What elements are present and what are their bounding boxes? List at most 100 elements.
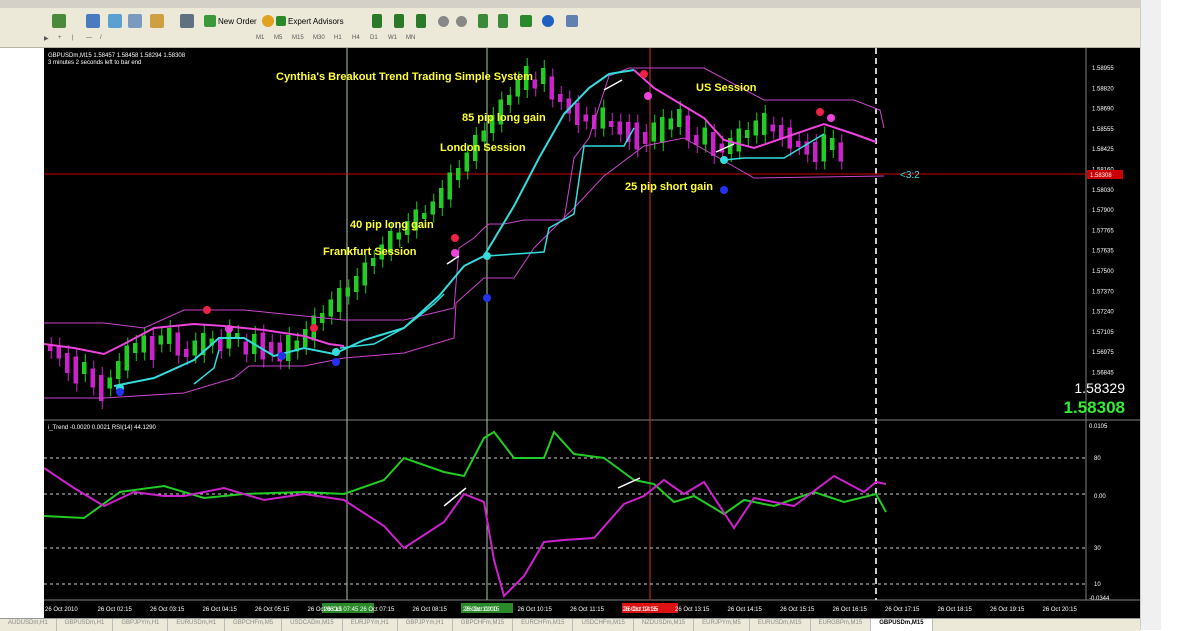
chart-tab[interactable]: EURUSDm,H1 bbox=[168, 619, 226, 631]
main-toolbar: New Order Expert Advisors bbox=[0, 8, 1200, 35]
chart-header-symbol: GBPUSDm,M15 1.58457 1.58458 1.58294 1.58… bbox=[48, 53, 186, 59]
new-order-button[interactable]: New Order bbox=[204, 12, 257, 30]
chart-tab[interactable]: GBPJPYm,H1 bbox=[113, 619, 169, 631]
ind-axis-2: 0.00 bbox=[1094, 494, 1106, 500]
trendline-icon[interactable]: / bbox=[100, 35, 102, 41]
expert-advisors-icon bbox=[262, 15, 274, 27]
price-axis-label: 1.58955 bbox=[1092, 66, 1114, 72]
candle-body bbox=[702, 127, 707, 145]
indicator-header: i_Trend -0.0020 0.0021 RSI(14) 44.1290 bbox=[48, 425, 157, 431]
line-chart-button[interactable] bbox=[416, 12, 426, 30]
candle-body bbox=[243, 341, 248, 355]
lower-channel bbox=[44, 137, 885, 399]
chart-tab[interactable]: EURGBPm,M15 bbox=[811, 619, 872, 631]
signal-dot bbox=[203, 306, 211, 314]
chart-tab[interactable]: EURUSDm,M15 bbox=[750, 619, 811, 631]
terminal-button[interactable] bbox=[180, 12, 194, 30]
line-chart-icon bbox=[416, 14, 426, 28]
signal-dot bbox=[332, 348, 340, 356]
candle-body bbox=[107, 377, 112, 389]
signal-dot bbox=[332, 358, 340, 366]
time-axis-label: 26 Oct 19:15 bbox=[990, 607, 1025, 613]
time-axis-label: 26 Oct 17:15 bbox=[885, 607, 920, 613]
tf-h4[interactable]: H4 bbox=[352, 35, 360, 41]
templates-button[interactable] bbox=[566, 12, 578, 30]
window-titlebar bbox=[0, 0, 1200, 8]
candle-body bbox=[362, 262, 367, 286]
candle-body bbox=[770, 124, 775, 132]
tf-m30[interactable]: M30 bbox=[313, 35, 325, 41]
tf-w1[interactable]: W1 bbox=[388, 35, 397, 41]
candle-body bbox=[583, 114, 588, 122]
expert-advisors-button[interactable]: Expert Advisors bbox=[262, 12, 344, 30]
indicators-button[interactable] bbox=[520, 12, 532, 30]
signal-dot bbox=[310, 324, 318, 332]
candle-body bbox=[65, 353, 70, 373]
chart-tab[interactable]: EURJPYm,H1 bbox=[343, 619, 398, 631]
chart-tab[interactable]: AUDUSDm,H1 bbox=[0, 619, 57, 631]
chart-shift-button[interactable] bbox=[498, 12, 508, 30]
crosshair-icon[interactable]: + bbox=[58, 35, 62, 41]
chart-tab[interactable]: GBPCHFm,M15 bbox=[453, 619, 514, 631]
current-price-label: 1.58308 bbox=[1090, 173, 1112, 179]
chart-tab[interactable]: EURCHFm,M15 bbox=[513, 619, 574, 631]
vertical-line-icon[interactable]: | bbox=[72, 35, 74, 41]
data-window-button[interactable] bbox=[128, 12, 142, 30]
price-axis-label: 1.58555 bbox=[1092, 127, 1114, 133]
cursor-icon[interactable]: ▶ bbox=[44, 35, 49, 42]
candle-body bbox=[838, 142, 843, 162]
chart-header-timer: 3 minutes 2 seconds left to bar end bbox=[48, 60, 141, 66]
candle-body bbox=[447, 172, 452, 200]
annotation-ratio: <3:2 bbox=[900, 170, 920, 181]
time-axis-label: 26 Oct 03:15 bbox=[150, 607, 185, 613]
chart-tabs: AUDUSDm,H1 GBPUSDm,H1 GBPJPYm,H1 EURUSDm,H1… bbox=[0, 618, 1140, 631]
tf-h1[interactable]: H1 bbox=[334, 35, 342, 41]
data-window-icon bbox=[128, 14, 142, 28]
chart-tab[interactable]: GBPCHFm,M5 bbox=[225, 619, 283, 631]
periods-button[interactable] bbox=[542, 12, 554, 30]
price-axis: 1.589551.588201.586901.585551.584251.581… bbox=[1092, 66, 1114, 377]
scrollbar[interactable] bbox=[1140, 0, 1161, 630]
time-axis-label: 26 Oct 07:15 bbox=[360, 607, 395, 613]
new-order-icon bbox=[204, 15, 216, 27]
indicator-axis: 0.0105 80 0.00 30 10 -0.0344 bbox=[1089, 424, 1110, 602]
price-axis-label: 1.56845 bbox=[1092, 371, 1114, 377]
candle-body bbox=[600, 107, 605, 129]
candle-body bbox=[396, 232, 401, 240]
chart-tab[interactable]: GBPJPYm,H1 bbox=[398, 619, 453, 631]
market-watch-button[interactable] bbox=[108, 12, 122, 30]
tf-d1[interactable]: D1 bbox=[370, 35, 378, 41]
candle-body bbox=[133, 343, 138, 353]
chart-tab[interactable]: GBPUSDm,H1 bbox=[57, 619, 114, 631]
tf-m15[interactable]: M15 bbox=[292, 35, 304, 41]
price-axis-label: 1.57635 bbox=[1092, 249, 1114, 255]
chart-window[interactable]: GBPUSDm,M15 1.58457 1.58458 1.58294 1.58… bbox=[43, 48, 1140, 618]
candle-body bbox=[609, 121, 614, 127]
signal-dot bbox=[720, 186, 728, 194]
price-axis-label: 1.57370 bbox=[1092, 289, 1114, 295]
chart-tab[interactable]: EURJPYm,M5 bbox=[694, 619, 750, 631]
horizontal-line-icon[interactable]: — bbox=[86, 35, 92, 41]
new-chart-button[interactable] bbox=[52, 12, 66, 30]
profiles-button[interactable] bbox=[86, 12, 100, 30]
candle-body bbox=[328, 299, 333, 317]
price-chart[interactable]: GBPUSDm,M15 1.58457 1.58458 1.58294 1.58… bbox=[43, 48, 1140, 618]
bar-chart-button[interactable] bbox=[372, 12, 382, 30]
tf-m5[interactable]: M5 bbox=[274, 35, 282, 41]
tf-m1[interactable]: M1 bbox=[256, 35, 264, 41]
candle-body bbox=[303, 329, 308, 347]
navigator-button[interactable] bbox=[150, 12, 164, 30]
chart-tab[interactable]: USDCADm,M15 bbox=[282, 619, 343, 631]
zoom-in-button[interactable] bbox=[438, 12, 449, 30]
chart-tab[interactable]: NZDUSDm,M15 bbox=[634, 619, 695, 631]
chart-tab[interactable]: USDCHFm,M15 bbox=[573, 619, 634, 631]
annotation-us-session: US Session bbox=[696, 82, 757, 94]
candle-chart-button[interactable] bbox=[394, 12, 404, 30]
tile-windows-button[interactable] bbox=[478, 12, 488, 30]
tf-mn[interactable]: MN bbox=[406, 35, 415, 41]
ind-axis-0: 0.0105 bbox=[1089, 424, 1108, 430]
candle-body bbox=[430, 201, 435, 215]
zoom-out-button[interactable] bbox=[456, 12, 467, 30]
chart-tab[interactable]: GBPUSDm,M15 bbox=[871, 619, 933, 631]
signal-dot bbox=[451, 234, 459, 242]
